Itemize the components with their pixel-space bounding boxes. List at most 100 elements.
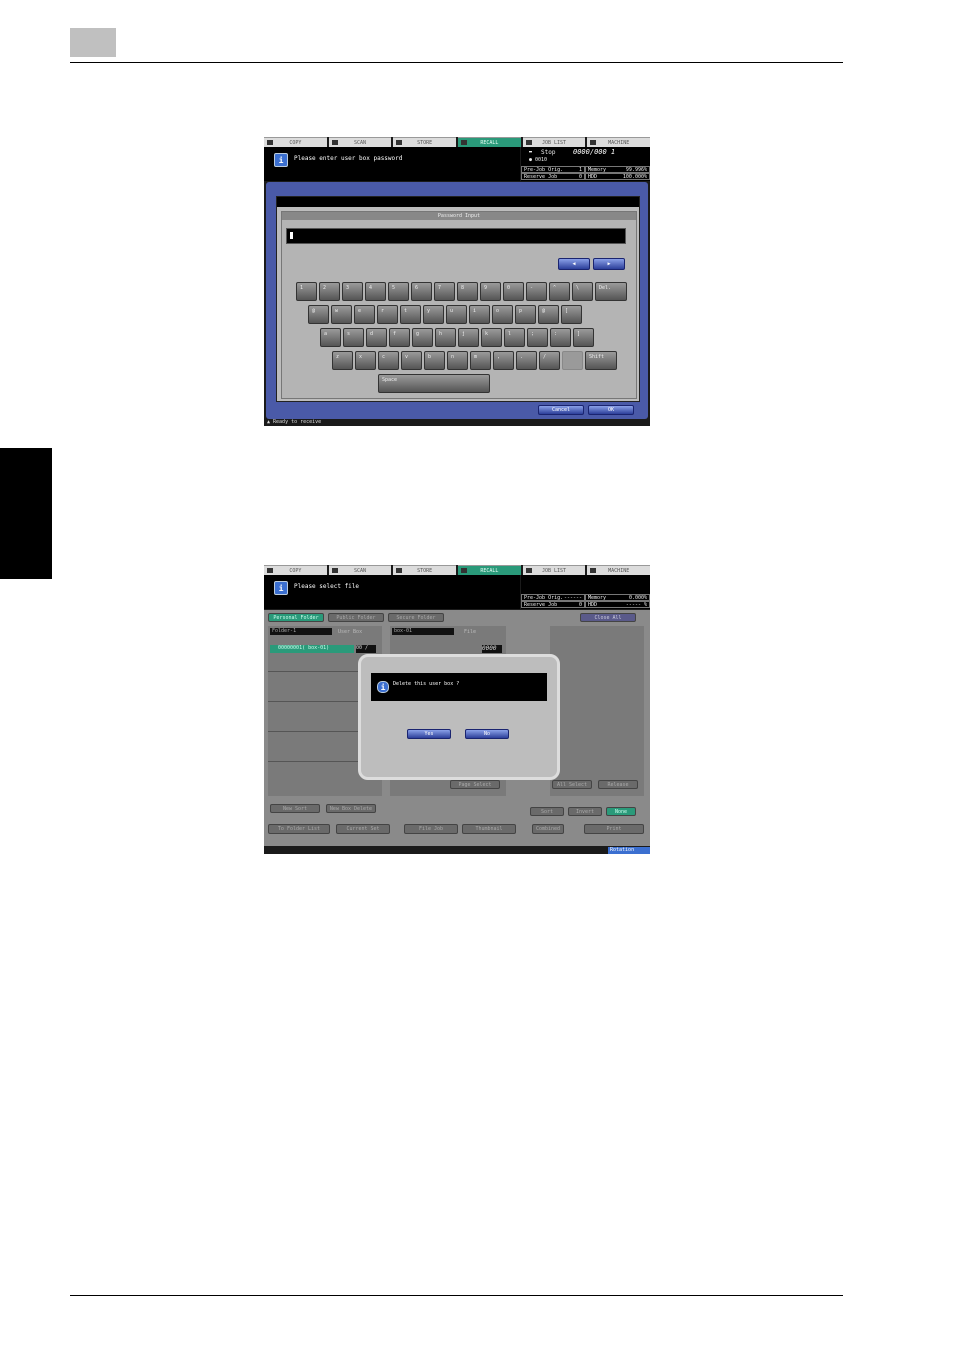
current-set-button[interactable]: Current Set [336,824,390,834]
tab-scan[interactable]: SCAN [328,137,392,147]
new-box-delete-button[interactable]: New Box Delete [326,804,376,813]
key-row4-3[interactable]: v [401,351,422,370]
dialog-topbar [277,197,639,207]
footer-rule [70,1295,843,1296]
tab-copy[interactable]: COPY [264,137,327,147]
key-row3-11[interactable]: ] [573,328,594,347]
key-row4-8[interactable]: . [516,351,537,370]
ok-button[interactable]: OK [588,405,634,415]
box-field[interactable]: box-01 [392,628,454,635]
tab-copy[interactable]: COPY [264,565,327,575]
tab-recall[interactable]: RECALL [458,565,521,575]
key-row3-3[interactable]: f [389,328,410,347]
key-row1-5[interactable]: 6 [411,282,432,301]
key-row3-10[interactable]: : [550,328,571,347]
tab-store[interactable]: STORE [393,565,457,575]
key-row3-0[interactable]: a [320,328,341,347]
key-row3-2[interactable]: d [366,328,387,347]
key-row2-7[interactable]: i [469,305,490,324]
key-row3-5[interactable]: h [435,328,456,347]
none-button[interactable]: None [606,807,636,816]
key-row2-9[interactable]: p [515,305,536,324]
key-row1-6[interactable]: 7 [434,282,455,301]
key-row3-8[interactable]: l [504,328,525,347]
dialog-message-bar: i Delete this user box ? [371,673,547,701]
file-job-button[interactable]: File Job [404,824,458,834]
cursor-right-button[interactable]: ▶ [593,258,625,270]
space-key[interactable]: Space [378,374,490,393]
key-row1-4[interactable]: 5 [388,282,409,301]
key-row3-4[interactable]: g [412,328,433,347]
personal-folder-tab[interactable]: Personal Folder [268,613,324,622]
key-row4-10[interactable] [562,351,583,370]
key-row3-7[interactable]: k [481,328,502,347]
key-row2-4[interactable]: t [400,305,421,324]
key-row2-3[interactable]: r [377,305,398,324]
key-row4-2[interactable]: c [378,351,399,370]
thumbnail-button[interactable]: Thumbnail [462,824,516,834]
key-row4-4[interactable]: b [424,351,445,370]
key-row1-12[interactable]: \ [572,282,593,301]
key-row4-7[interactable]: , [493,351,514,370]
to-folder-list-button[interactable]: To Folder List [268,824,330,834]
folder-field[interactable]: Folder-1 [270,628,332,635]
key-row2-0[interactable]: @ [308,305,329,324]
secure-folder-tab[interactable]: Secure Folder [388,613,444,622]
key-row3-9[interactable]: ; [527,328,548,347]
key-row1-2[interactable]: 3 [342,282,363,301]
key-row4-1[interactable]: x [355,351,376,370]
key-row2-2[interactable]: e [354,305,375,324]
cancel-button[interactable]: Cancel [538,405,584,415]
tab-store[interactable]: STORE [393,137,457,147]
key-row4-0[interactable]: z [332,351,353,370]
tab-recall[interactable]: RECALL [458,137,521,147]
public-folder-tab[interactable]: Public Folder [328,613,384,622]
key-row1-11[interactable]: ^ [549,282,570,301]
key-row1-0[interactable]: 1 [296,282,317,301]
key-row3-6[interactable]: j [458,328,479,347]
key-row2-10[interactable]: @ [538,305,559,324]
combined-button[interactable]: Combined [532,824,564,834]
yes-button[interactable]: Yes [407,729,451,739]
printer-icon: ▬ [529,149,533,155]
key-row1-3[interactable]: 4 [365,282,386,301]
password-field[interactable] [286,228,626,244]
key-row1-13[interactable]: Del. [595,282,627,301]
page-select-button[interactable]: Page Select [450,780,500,789]
cursor-left-button[interactable]: ◀ [558,258,590,270]
key-row3-1[interactable]: s [343,328,364,347]
delete-confirm-dialog: i Delete this user box ? Yes No [358,654,560,780]
print-button[interactable]: Print [584,824,644,834]
file-label: File [464,629,477,635]
new-sort-button[interactable]: New Sort [270,804,320,813]
close-all-button[interactable]: Close All [580,613,636,622]
no-button[interactable]: No [465,729,509,739]
key-row2-1[interactable]: w [331,305,352,324]
key-row1-8[interactable]: 9 [480,282,501,301]
key-row4-5[interactable]: n [447,351,468,370]
key-row1-9[interactable]: 0 [503,282,524,301]
selected-user-box[interactable]: 00000001( box-01) [270,645,354,653]
tab-machine[interactable]: MACHINE [587,137,650,147]
tab-job-list[interactable]: JOB LIST [522,565,586,575]
sort-button[interactable]: Sort [530,807,564,816]
key-row2-5[interactable]: y [423,305,444,324]
dialog-title: Password Input [282,212,636,220]
invert-button[interactable]: Invert [568,807,602,816]
key-row2-6[interactable]: u [446,305,467,324]
key-row1-7[interactable]: 8 [457,282,478,301]
release-button[interactable]: Release [598,780,638,789]
all-select-button[interactable]: All Select [552,780,592,789]
tab-job-list[interactable]: JOB LIST [522,137,586,147]
key-row1-1[interactable]: 2 [319,282,340,301]
key-row4-9[interactable]: / [539,351,560,370]
copy-icon [267,568,273,573]
key-row2-8[interactable]: o [492,305,513,324]
prejob-cell: Pre-Job Orig. ------ [521,594,585,601]
key-row4-6[interactable]: m [470,351,491,370]
tab-scan[interactable]: SCAN [328,565,392,575]
key-row4-11[interactable]: Shift [585,351,617,370]
key-row2-11[interactable]: [ [561,305,582,324]
tab-machine[interactable]: MACHINE [587,565,650,575]
key-row1-10[interactable]: - [526,282,547,301]
